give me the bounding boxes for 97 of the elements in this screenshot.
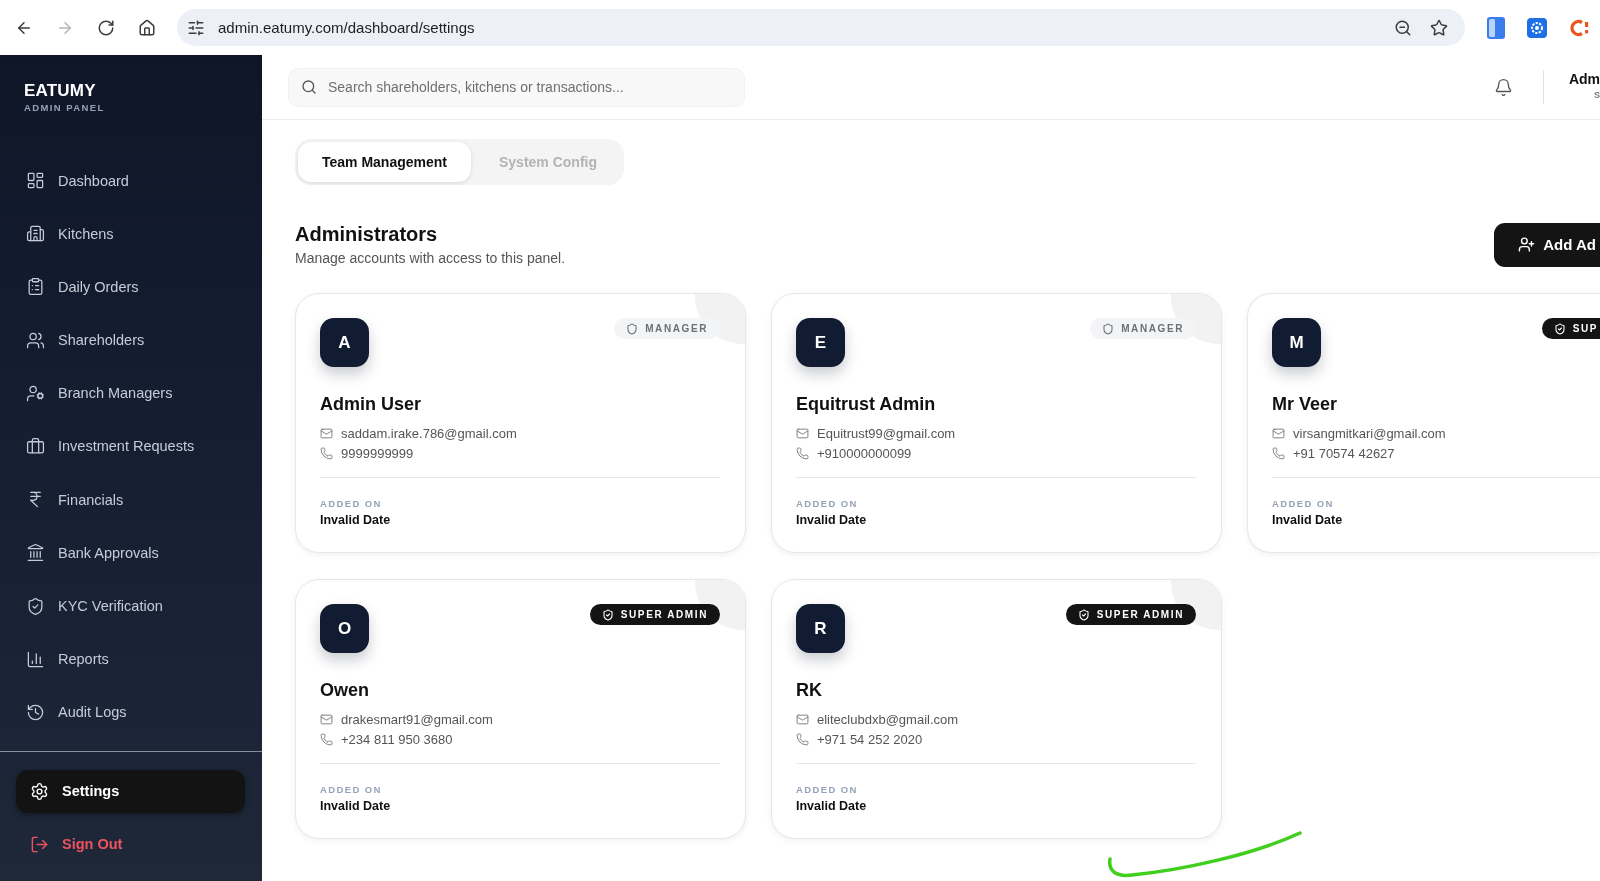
role-label: SUP xyxy=(1572,323,1598,334)
admin-phone: 9999999999 xyxy=(341,445,414,461)
clipboard-icon xyxy=(26,277,45,297)
users-icon xyxy=(26,330,45,350)
admin-name: Admin User xyxy=(320,393,422,415)
admin-email: drakesmart91@gmail.com xyxy=(341,711,493,727)
phone-icon xyxy=(1272,446,1285,460)
nav-item[interactable]: Audit Logs xyxy=(12,690,250,734)
added-on-label: ADDED ON xyxy=(796,784,858,795)
nav-item[interactable]: Reports xyxy=(12,637,250,681)
shield-check-icon xyxy=(1077,608,1090,621)
add-admin-button[interactable]: Add Ad xyxy=(1494,222,1600,267)
settings-icon xyxy=(30,781,49,801)
user-role: S xyxy=(1594,89,1600,100)
phone-icon xyxy=(320,446,333,460)
address-bar[interactable]: admin.eatumy.com/dashboard/settings xyxy=(177,9,1465,46)
admin-email: virsangmitkari@gmail.com xyxy=(1293,425,1446,441)
shield-check-icon xyxy=(1553,322,1566,335)
bell-icon[interactable] xyxy=(1494,77,1513,97)
added-on-value: Invalid Date xyxy=(796,512,867,528)
added-on-label: ADDED ON xyxy=(796,498,858,509)
shield-icon xyxy=(1102,322,1115,335)
tab[interactable]: Team Management xyxy=(298,142,471,182)
added-on-value: Invalid Date xyxy=(1272,512,1343,528)
section-title: Administrators xyxy=(295,222,438,246)
added-on-value: Invalid Date xyxy=(320,798,391,814)
phone-icon xyxy=(796,446,809,460)
search-icon xyxy=(301,79,317,95)
avatar: M xyxy=(1272,318,1321,367)
admin-name: Owen xyxy=(320,679,369,701)
sign-out-button[interactable]: Sign Out xyxy=(16,822,245,866)
building-icon xyxy=(26,224,45,244)
mail-icon xyxy=(796,426,809,440)
settings-button[interactable]: Settings xyxy=(16,769,245,813)
history-icon xyxy=(26,702,45,722)
nav-item[interactable]: Dashboard xyxy=(12,159,250,202)
home-icon[interactable] xyxy=(138,18,156,37)
admin-name: Mr Veer xyxy=(1272,393,1338,415)
shield-check-icon xyxy=(26,596,45,616)
brand-subtitle: ADMIN PANEL xyxy=(24,102,105,114)
added-on-label: ADDED ON xyxy=(320,784,382,795)
extension-icon[interactable] xyxy=(1527,17,1547,38)
url-text: admin.eatumy.com/dashboard/settings xyxy=(218,19,476,36)
avatar: R xyxy=(796,604,845,653)
nav-item[interactable]: Financials xyxy=(12,478,250,522)
user-gear-icon xyxy=(26,383,45,403)
added-on-value: Invalid Date xyxy=(796,798,867,814)
nav-item[interactable]: Investment Requests xyxy=(12,424,250,468)
mail-icon xyxy=(320,426,333,440)
admin-name: RK xyxy=(796,679,822,701)
role-label: SUPER ADMIN xyxy=(1096,609,1184,620)
mail-icon xyxy=(1272,426,1285,440)
brand-name: EATUMY xyxy=(24,81,96,101)
zoom-out-icon[interactable] xyxy=(1394,18,1412,37)
phone-icon xyxy=(796,732,809,746)
section-subtitle: Manage accounts with access to this panel. xyxy=(295,249,566,267)
bar-chart-icon xyxy=(26,649,45,669)
admin-name: Equitrust Admin xyxy=(796,393,936,415)
briefcase-icon xyxy=(26,436,45,456)
nav-item[interactable]: Kitchens xyxy=(12,212,250,256)
avatar: E xyxy=(796,318,845,367)
user-name: Adm xyxy=(1568,70,1600,87)
search-field[interactable]: Search shareholders, kitchens or transactions... xyxy=(288,67,745,107)
admin-phone: +234 811 950 3680 xyxy=(341,731,453,747)
added-on-label: ADDED ON xyxy=(1272,498,1334,509)
extension-icon[interactable] xyxy=(1569,17,1589,38)
extension-icon[interactable] xyxy=(1487,16,1505,39)
bank-icon xyxy=(26,543,45,563)
dashboard-grid-icon xyxy=(26,171,45,190)
role-label: MANAGER xyxy=(1121,323,1184,334)
user-plus-icon xyxy=(1518,236,1536,253)
admin-email: Equitrust99@gmail.com xyxy=(817,425,956,441)
added-on-label: ADDED ON xyxy=(320,498,382,509)
nav-item[interactable]: Branch Managers xyxy=(12,371,250,415)
role-label: SUPER ADMIN xyxy=(620,609,708,620)
admin-phone: +91 70574 42627 xyxy=(1293,445,1395,461)
admin-phone: +910000000099 xyxy=(817,445,912,461)
mail-icon xyxy=(320,712,333,726)
avatar: A xyxy=(320,318,369,367)
reload-icon[interactable] xyxy=(97,18,115,37)
mail-icon xyxy=(796,712,809,726)
phone-icon xyxy=(320,732,333,746)
sign-out-icon xyxy=(30,834,49,854)
admin-email: saddam.irake.786@gmail.com xyxy=(341,425,517,441)
admin-phone: +971 54 252 2020 xyxy=(817,731,923,747)
nav-item[interactable]: KYC Verification xyxy=(12,584,250,628)
nav-item[interactable]: Daily Orders xyxy=(12,265,250,309)
shield-check-icon xyxy=(601,608,614,621)
shield-icon xyxy=(626,322,639,335)
nav-item[interactable]: Bank Approvals xyxy=(12,531,250,575)
role-label: MANAGER xyxy=(645,323,708,334)
added-on-value: Invalid Date xyxy=(320,512,391,528)
star-icon[interactable] xyxy=(1430,18,1448,37)
avatar: O xyxy=(320,604,369,653)
nav-item[interactable]: Shareholders xyxy=(12,318,250,362)
admin-email: eliteclubdxb@gmail.com xyxy=(817,711,959,727)
tune-icon[interactable] xyxy=(187,18,205,37)
